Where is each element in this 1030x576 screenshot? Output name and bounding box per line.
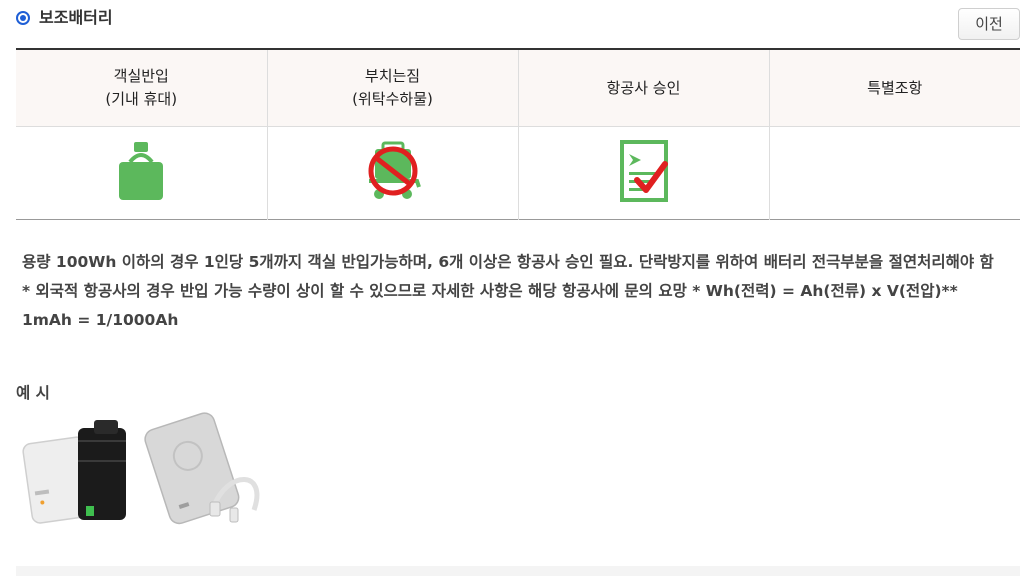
col-header-line1: 특별조항	[867, 78, 923, 97]
cell-checked-baggage	[267, 126, 519, 220]
rules-header-row: 객실반입 (기내 휴대) 부치는짐 (위탁수하물) 항공사 승인 특별조항	[16, 49, 1020, 127]
power-bank-examples-image	[22, 412, 260, 525]
col-header-carry-on: 객실반입 (기내 휴대)	[16, 49, 268, 127]
cell-special-provision	[769, 127, 1020, 220]
checked-baggage-prohibited-icon	[368, 141, 421, 199]
example-image	[18, 410, 278, 530]
col-header-special-provision: 특별조항	[769, 49, 1020, 127]
col-header-airline-approval: 항공사 승인	[518, 49, 770, 127]
example-label: 예 시	[16, 384, 50, 402]
col-header-line2: (위탁수하물)	[352, 90, 433, 108]
col-header-line1: 부치는짐	[364, 67, 421, 85]
col-header-line2: (기내 휴대)	[105, 90, 178, 108]
rules-table: 객실반입 (기내 휴대) 부치는짐 (위탁수하물) 항공사 승인 특별조항	[16, 48, 1020, 220]
footer-bar	[16, 566, 1020, 576]
carry-on-bag-allowed-icon	[119, 142, 164, 200]
prev-button[interactable]: 이전	[958, 8, 1020, 40]
radio-selected-icon[interactable]	[16, 11, 30, 25]
section-header: 보조배터리 이전	[16, 8, 1020, 44]
description-text: 용량 100Wh 이하의 경우 1인당 5개까지 객실 반입가능하며, 6개 이…	[22, 253, 994, 329]
col-header-line1: 항공사 승인	[606, 78, 681, 97]
col-header-checked-baggage: 부치는짐 (위탁수하물)	[267, 49, 519, 127]
airline-approval-required-icon	[619, 140, 668, 202]
col-header-line1: 객실반입	[113, 67, 169, 85]
cell-airline-approval	[518, 126, 770, 220]
rules-icon-row	[16, 126, 1020, 220]
cell-carry-on	[16, 126, 268, 220]
section-title: 보조배터리	[39, 8, 113, 27]
